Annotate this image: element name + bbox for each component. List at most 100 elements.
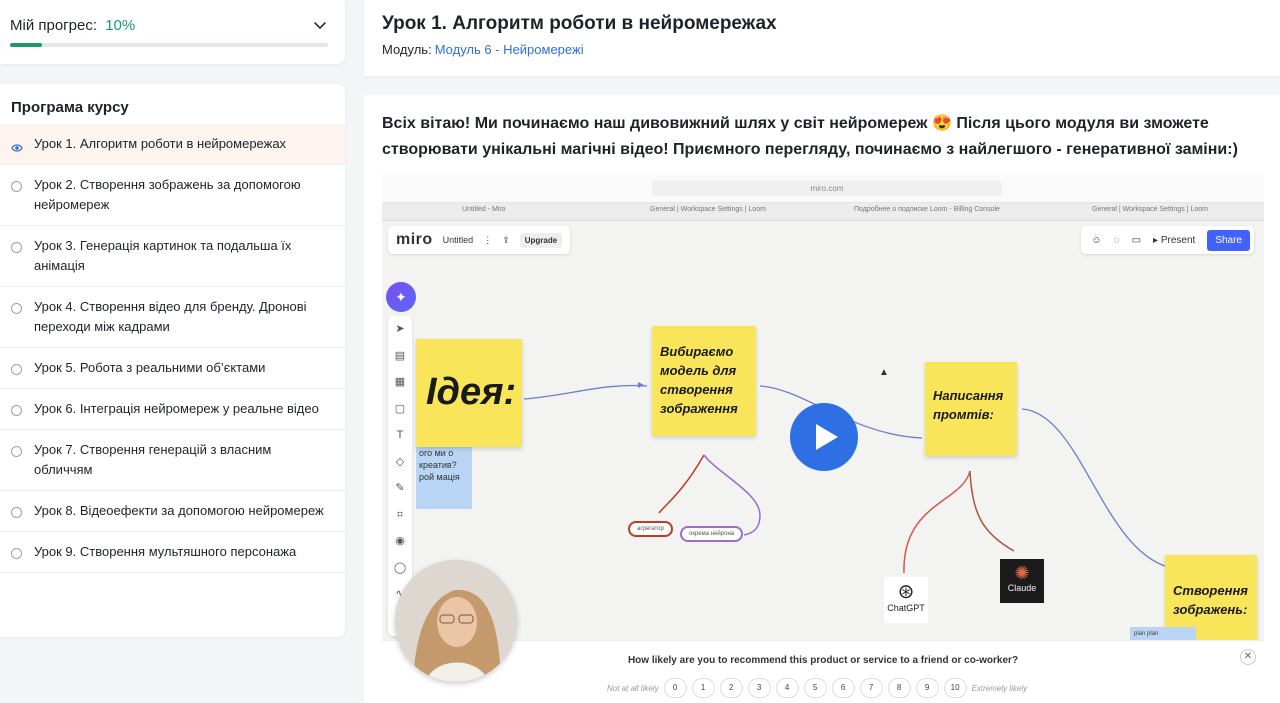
lesson-label: Урок 3. Генерація картинок та подальша ї… <box>34 238 292 273</box>
radio-icon <box>11 181 22 192</box>
module-label: Модуль: <box>382 42 432 57</box>
lesson-label: Урок 6. Інтеграція нейромереж у реальне … <box>34 401 319 416</box>
progress-label: Мій прогрес: <box>10 17 98 34</box>
browser-tab: Подробнее о подписке Loom - Billing Cons… <box>854 206 1000 213</box>
sticky-idea: Ідея: <box>416 339 522 447</box>
play-button[interactable] <box>790 403 858 471</box>
sparkle-icon: ✦ <box>386 282 416 312</box>
lesson-header: Урок 1. Алгоритм роботи в нейромережах М… <box>364 0 1280 76</box>
survey-score-button[interactable]: 6 <box>831 678 855 698</box>
survey-low-label: Not at all likely <box>607 683 659 693</box>
browser-tab: General | Workspace Settings | Loom <box>1092 206 1208 213</box>
radio-icon <box>11 507 22 518</box>
radio-icon <box>11 405 22 416</box>
more-icon: ⋮ <box>483 234 493 245</box>
presenter-avatar <box>395 560 517 682</box>
claude-logo: ✺ Claude <box>1000 559 1044 603</box>
progress-bar <box>10 43 328 47</box>
lesson-item[interactable]: Урок 4. Створення відео для бренду. Дрон… <box>0 287 345 348</box>
survey-score-button[interactable]: 10 <box>943 678 967 698</box>
lesson-label: Урок 2. Створення зображень за допомогою… <box>34 177 301 212</box>
claude-label: Claude <box>1007 583 1037 593</box>
miro-top-right: ☺ ◌ ▭ ▸ Present Share <box>1081 226 1254 254</box>
survey-question: How likely are you to recommend this pro… <box>627 655 1019 666</box>
miro-upgrade: Upgrade <box>519 232 563 248</box>
pen-icon: ✎ <box>395 482 405 494</box>
lesson-item[interactable]: Урок 1. Алгоритм роботи в нейромережах <box>0 124 345 165</box>
template-icon: ▤ <box>394 349 406 362</box>
lesson-item[interactable]: Урок 7. Створення генерацій з власним об… <box>0 430 345 491</box>
progress-percent: 10% <box>105 17 136 34</box>
mouse-cursor-icon: ▲ <box>879 367 889 378</box>
lesson-item[interactable]: Урок 8. Відеоефекти за допомогою нейроме… <box>0 491 345 532</box>
lesson-item[interactable]: Урок 5. Робота з реальними об’єктами <box>0 348 345 389</box>
module-line: Модуль: Модуль 6 - Нейромережі <box>382 42 584 57</box>
text-icon: T <box>396 429 404 441</box>
lesson-label: Урок 5. Робота з реальними об’єктами <box>34 360 266 375</box>
miro-present: Present <box>1160 234 1196 246</box>
survey-score-button[interactable]: 4 <box>775 678 799 698</box>
radio-icon <box>11 446 22 457</box>
radio-icon <box>11 548 22 559</box>
claude-icon: ✺ <box>1014 563 1030 583</box>
lesson-label: Урок 7. Створення генерацій з власним об… <box>34 442 272 477</box>
survey-score-button[interactable]: 8 <box>887 678 911 698</box>
eye-icon <box>11 139 23 152</box>
lesson-label: Урок 9. Створення мультяшного персонажа <box>34 544 297 559</box>
webcam-bubble <box>395 560 517 682</box>
sticky-prompt: Написання промтів: <box>925 362 1017 456</box>
survey-high-label: Extremely likely <box>971 683 1028 693</box>
nps-survey: How likely are you to recommend this pro… <box>382 640 1264 703</box>
mindmap-pill: агрегатор <box>628 521 673 537</box>
palette-icon: ◉ <box>395 535 405 547</box>
comment-icon: ◯ <box>393 561 407 574</box>
openai-icon: ⊛ <box>897 581 915 603</box>
camera-icon: ▭ <box>1131 234 1142 246</box>
frame-icon: ⌗ <box>396 508 404 521</box>
survey-score-button[interactable]: 2 <box>719 678 743 698</box>
reactions-icon: ☺ <box>1091 234 1102 246</box>
chevron-down-icon[interactable] <box>313 18 327 32</box>
lesson-item[interactable]: Урок 9. Створення мультяшного персонажа <box>0 532 345 573</box>
present-icon: ▸ Present <box>1153 234 1196 246</box>
survey-score-button[interactable]: 5 <box>803 678 827 698</box>
table-icon: ▦ <box>394 376 406 388</box>
progress-card[interactable]: Мій прогрес: 10% <box>0 0 345 64</box>
survey-score-button[interactable]: 1 <box>691 678 715 698</box>
miro-logo: miro <box>396 231 433 248</box>
sticky-model: Вибираємо модель для створення зображенн… <box>652 326 756 436</box>
upload-icon: ⇪ <box>502 234 510 245</box>
browser-tab: General | Workspace Settings | Loom <box>650 206 766 213</box>
course-program: Програма курсу Урок 1. Алгоритм роботи в… <box>0 84 345 637</box>
survey-score-button[interactable]: 0 <box>663 678 687 698</box>
lesson-label: Урок 4. Створення відео для бренду. Дрон… <box>34 299 307 334</box>
sticky-icon: ▢ <box>394 402 406 415</box>
course-program-title: Програма курсу <box>11 99 129 116</box>
lesson-item[interactable]: Урок 6. Інтеграція нейромереж у реальне … <box>0 389 345 430</box>
radio-icon <box>11 303 22 314</box>
lesson-intro-text: Всіх вітаю! Ми починаємо наш дивовижний … <box>382 115 1238 158</box>
lesson-label: Урок 1. Алгоритм роботи в нейромережах <box>34 136 287 151</box>
browser-tabs: Untitled - Miro General | Workspace Sett… <box>382 203 1264 221</box>
lesson-list: Урок 1. Алгоритм роботи в нейромережах Ур… <box>0 124 345 573</box>
miro-board-name: Untitled <box>442 235 474 245</box>
cursor-icon: ➤ <box>395 323 405 335</box>
page-title: Урок 1. Алгоритм роботи в нейромережах <box>382 13 777 34</box>
comment-icon: ◌ <box>1113 234 1120 246</box>
lesson-label: Урок 8. Відеоефекти за допомогою нейроме… <box>34 503 324 518</box>
lesson-item[interactable]: Урок 3. Генерація картинок та подальша ї… <box>0 226 345 287</box>
browser-tab: Untitled - Miro <box>462 206 506 213</box>
survey-scale: Not at all likely 0 1 2 3 4 5 6 7 8 9 10 Extremely l… <box>607 678 1027 698</box>
module-link[interactable]: Модуль 6 - Нейромережі <box>435 42 584 57</box>
survey-score-button[interactable]: 9 <box>915 678 939 698</box>
radio-icon <box>11 364 22 375</box>
miro-toolbar: miro Untitled ⋮ ⇪ Upgrade <box>388 226 571 254</box>
progress-bar-fill <box>10 43 42 47</box>
progress-header: Мій прогрес: 10% <box>10 17 135 34</box>
survey-score-button[interactable]: 3 <box>747 678 771 698</box>
close-icon[interactable]: ✕ <box>1240 649 1256 665</box>
lesson-item[interactable]: Урок 2. Створення зображень за допомогою… <box>0 165 345 226</box>
survey-score-button[interactable]: 7 <box>859 678 883 698</box>
mindmap-pill: окрема нейрона <box>680 526 744 542</box>
chatgpt-label: ChatGPT <box>887 603 925 613</box>
